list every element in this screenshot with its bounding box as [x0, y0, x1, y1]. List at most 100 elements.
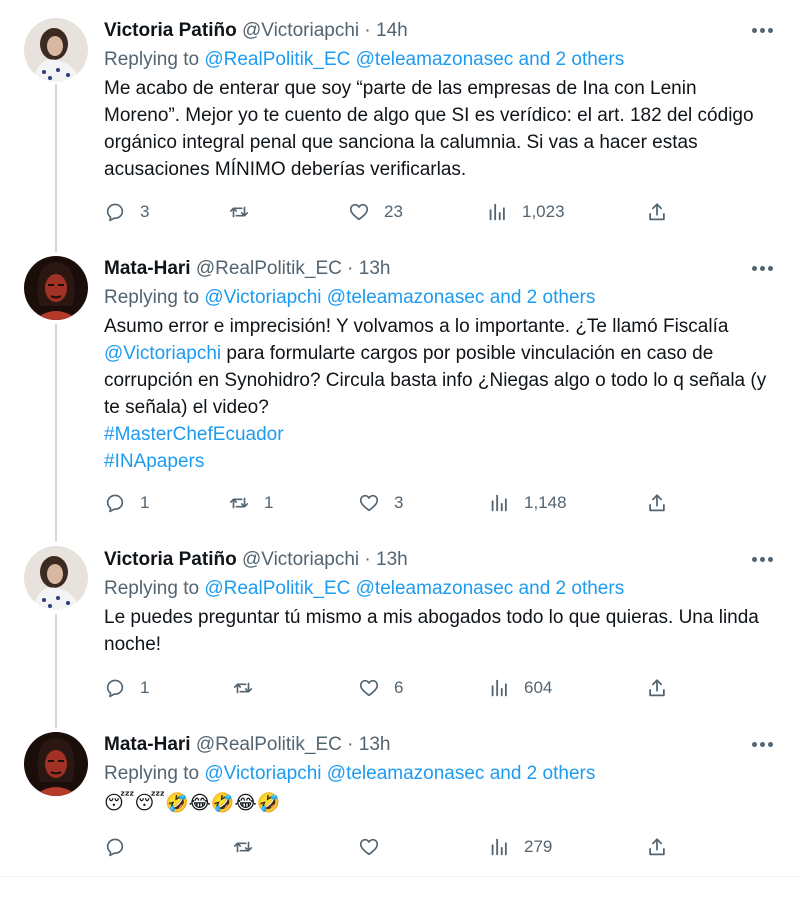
tweet-header: Victoria Patiño @Victoriapchi · 13h	[104, 548, 408, 572]
heart-icon	[358, 492, 380, 514]
timestamp[interactable]: 13h	[359, 258, 391, 279]
thread-line	[55, 84, 57, 252]
avatar[interactable]	[24, 18, 88, 82]
views-icon	[488, 492, 510, 514]
action-bar: 279	[104, 835, 684, 859]
hashtag-link[interactable]: #INApapers	[104, 451, 204, 472]
tweet-text-paragraph: Asumo error e imprecisión! Y volvamos a …	[104, 313, 774, 421]
like-count: 3	[394, 493, 404, 512]
share-button[interactable]	[646, 835, 668, 859]
tweet-header: Mata-Hari @RealPolitik_EC · 13h	[104, 257, 390, 281]
like-count: 23	[384, 202, 403, 221]
action-bar: 1 6 604	[104, 676, 684, 700]
more-icon[interactable]	[752, 28, 774, 34]
like-button[interactable]: 23	[348, 200, 403, 224]
replying-mentions[interactable]: @Victoriapchi @teleamazonasec and 2 othe…	[204, 763, 595, 784]
reply-icon	[104, 836, 126, 858]
retweet-icon	[232, 677, 254, 699]
avatar[interactable]	[24, 256, 88, 320]
separator: ·	[347, 734, 354, 755]
thread-line	[55, 324, 57, 542]
replying-label: Replying to	[104, 763, 200, 784]
reply-button[interactable]: 1	[104, 491, 149, 515]
share-icon	[646, 836, 668, 858]
share-icon	[646, 492, 668, 514]
replying-to: Replying to @Victoriapchi @teleamazonase…	[104, 762, 595, 786]
display-name[interactable]: Victoria Patiño	[104, 20, 237, 41]
user-handle[interactable]: @RealPolitik_EC	[196, 258, 342, 279]
view-count: 1,023	[522, 202, 565, 221]
reply-icon	[104, 492, 126, 514]
avatar[interactable]	[24, 732, 88, 796]
replying-label: Replying to	[104, 578, 200, 599]
avatar[interactable]	[24, 546, 88, 610]
retweet-button[interactable]	[232, 835, 268, 859]
replying-to: Replying to @RealPolitik_EC @teleamazona…	[104, 48, 624, 72]
tweet-text: Me acabo de enterar que soy “parte de la…	[104, 75, 774, 183]
display-name[interactable]: Victoria Patiño	[104, 549, 237, 570]
reply-count: 1	[140, 678, 150, 697]
more-icon[interactable]	[752, 266, 774, 272]
mention-link[interactable]: @Victoriapchi	[104, 343, 221, 364]
separator: ·	[364, 20, 371, 41]
tweet-header: Mata-Hari @RealPolitik_EC · 13h	[104, 733, 390, 757]
share-button[interactable]	[646, 676, 668, 700]
views-button[interactable]: 1,148	[488, 491, 567, 515]
reply-button[interactable]	[104, 835, 140, 859]
retweet-icon	[228, 492, 250, 514]
retweet-button[interactable]	[228, 200, 264, 224]
view-count: 604	[524, 678, 553, 697]
retweet-button[interactable]: 1	[228, 491, 273, 515]
views-button[interactable]: 1,023	[486, 200, 565, 224]
heart-icon	[358, 677, 380, 699]
user-handle[interactable]: @Victoriapchi	[242, 20, 359, 41]
view-count: 279	[524, 837, 553, 856]
like-button[interactable]: 6	[358, 676, 403, 700]
tweet-text: 😴😴🤣😂🤣😂🤣	[104, 790, 774, 817]
display-name[interactable]: Mata-Hari	[104, 734, 191, 755]
action-bar: 1 1 3 1,148	[104, 491, 684, 515]
reply-button[interactable]: 1	[104, 676, 149, 700]
timestamp[interactable]: 14h	[376, 20, 408, 41]
more-icon[interactable]	[752, 742, 774, 748]
next-item-placeholder	[0, 876, 800, 915]
tweet-text-paragraph: 😴😴🤣😂🤣😂🤣	[104, 793, 281, 814]
timestamp[interactable]: 13h	[376, 549, 408, 570]
user-handle[interactable]: @Victoriapchi	[242, 549, 359, 570]
views-button[interactable]: 604	[488, 676, 552, 700]
hashtag-link[interactable]: #MasterChefEcuador	[104, 424, 284, 445]
tweet-text: Le puedes preguntar tú mismo a mis aboga…	[104, 604, 774, 658]
reply-count: 3	[140, 202, 150, 221]
separator: ·	[347, 258, 354, 279]
views-icon	[488, 677, 510, 699]
views-icon	[488, 836, 510, 858]
views-icon	[486, 201, 508, 223]
replying-mentions[interactable]: @RealPolitik_EC @teleamazonasec and 2 ot…	[204, 49, 624, 70]
retweet-count: 1	[264, 493, 274, 512]
more-icon[interactable]	[752, 557, 774, 563]
retweet-icon	[228, 201, 250, 223]
separator: ·	[364, 549, 371, 570]
heart-icon	[358, 836, 380, 858]
tweet-text-paragraph: Le puedes preguntar tú mismo a mis aboga…	[104, 607, 759, 655]
views-button[interactable]: 279	[488, 835, 552, 859]
retweet-button[interactable]	[232, 676, 268, 700]
user-handle[interactable]: @RealPolitik_EC	[196, 734, 342, 755]
like-button[interactable]	[358, 835, 394, 859]
share-button[interactable]	[646, 200, 668, 224]
share-icon	[646, 677, 668, 699]
tweet-header: Victoria Patiño @Victoriapchi · 14h	[104, 19, 408, 43]
replying-mentions[interactable]: @RealPolitik_EC @teleamazonasec and 2 ot…	[204, 578, 624, 599]
heart-icon	[348, 201, 370, 223]
tweet-text: Asumo error e imprecisión! Y volvamos a …	[104, 313, 774, 475]
replying-label: Replying to	[104, 287, 200, 308]
reply-button[interactable]: 3	[104, 200, 149, 224]
share-icon	[646, 201, 668, 223]
share-button[interactable]	[646, 491, 668, 515]
replying-to: Replying to @RealPolitik_EC @teleamazona…	[104, 577, 624, 601]
display-name[interactable]: Mata-Hari	[104, 258, 191, 279]
reply-icon	[104, 201, 126, 223]
replying-mentions[interactable]: @Victoriapchi @teleamazonasec and 2 othe…	[204, 287, 595, 308]
like-button[interactable]: 3	[358, 491, 403, 515]
timestamp[interactable]: 13h	[359, 734, 391, 755]
